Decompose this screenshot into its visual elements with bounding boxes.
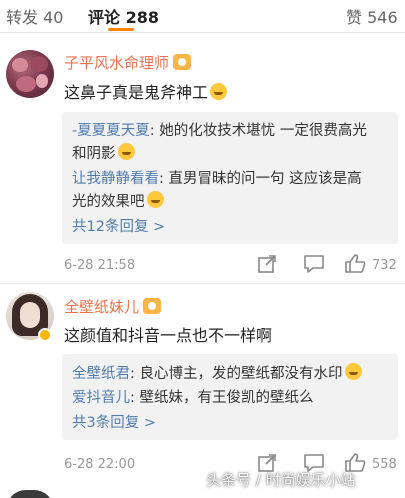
reply-username[interactable]: 爱抖音儿 <box>72 390 130 406</box>
comment-text: 这颜值和抖音一点也不一样啊 <box>64 326 273 345</box>
comment-timestamp: 6-28 21:58 <box>64 258 136 273</box>
verified-badge-icon <box>38 328 52 342</box>
comment-icon[interactable] <box>303 254 325 274</box>
emoji-icon <box>117 143 135 160</box>
more-replies-link[interactable]: 共3条回复 > <box>72 411 156 432</box>
comment-separator <box>0 283 405 284</box>
share-icon[interactable] <box>257 254 277 274</box>
vip-badge-icon <box>173 54 192 70</box>
reply-item[interactable]: 爱抖音儿: 壁纸妹，有王俊凯的壁纸么 <box>72 386 314 407</box>
tab-reposts[interactable]: 转发 40 <box>6 4 63 28</box>
more-replies-link[interactable]: 共12条回复 > <box>72 215 165 236</box>
watermark: 头条号 / 时尚娱乐小站 <box>206 471 356 489</box>
reply-item[interactable]: 全壁纸君: 良心博主，发的壁纸都没有水印 <box>72 362 362 383</box>
smile-emoji-icon <box>210 83 228 100</box>
comment-username[interactable]: 全壁纸妹儿 <box>64 296 162 317</box>
like-thumb-icon[interactable] <box>344 253 366 274</box>
vip-badge-icon <box>143 298 162 314</box>
active-tab-indicator <box>108 28 134 31</box>
reply-item[interactable]: -夏夏夏天夏: 她的化妆技术堪忧 一定很费高光 <box>72 119 367 140</box>
reply-username[interactable]: 全壁纸君 <box>72 366 130 382</box>
avatar[interactable] <box>6 50 54 98</box>
reply-username[interactable]: -夏夏夏天夏 <box>72 123 150 139</box>
reply-item[interactable]: 让我静静看看: 直男冒昧的问一句 这应该是高 <box>72 167 362 188</box>
like-count: 732 <box>372 258 397 273</box>
emoji-icon <box>146 191 164 208</box>
reply-username[interactable]: 让我静静看看 <box>72 171 159 187</box>
like-count: 558 <box>372 457 397 472</box>
tab-divider <box>0 32 405 33</box>
comment-tabs: 转发 40 评论 288 赞 546 <box>0 0 405 32</box>
comment-username[interactable]: 子平风水命理师 <box>64 52 192 73</box>
tab-comments[interactable]: 评论 288 <box>88 4 159 28</box>
next-comment-avatar <box>6 490 54 498</box>
comment-text: 这鼻子真是鬼斧神工 <box>64 79 228 103</box>
reply-box[interactable]: 全壁纸君: 良心博主，发的壁纸都没有水印 爱抖音儿: 壁纸妹，有王俊凯的壁纸么 … <box>62 354 398 440</box>
comment-timestamp: 6-28 22:00 <box>64 457 136 472</box>
reply-item-continued: 和阴影 <box>72 142 135 163</box>
reply-item-continued: 光的效果吧 <box>72 190 164 211</box>
emoji-icon <box>344 363 362 380</box>
reply-box[interactable]: -夏夏夏天夏: 她的化妆技术堪忧 一定很费高光 和阴影 让我静静看看: 直男冒昧… <box>62 112 398 244</box>
tab-likes[interactable]: 赞 546 <box>346 4 398 28</box>
